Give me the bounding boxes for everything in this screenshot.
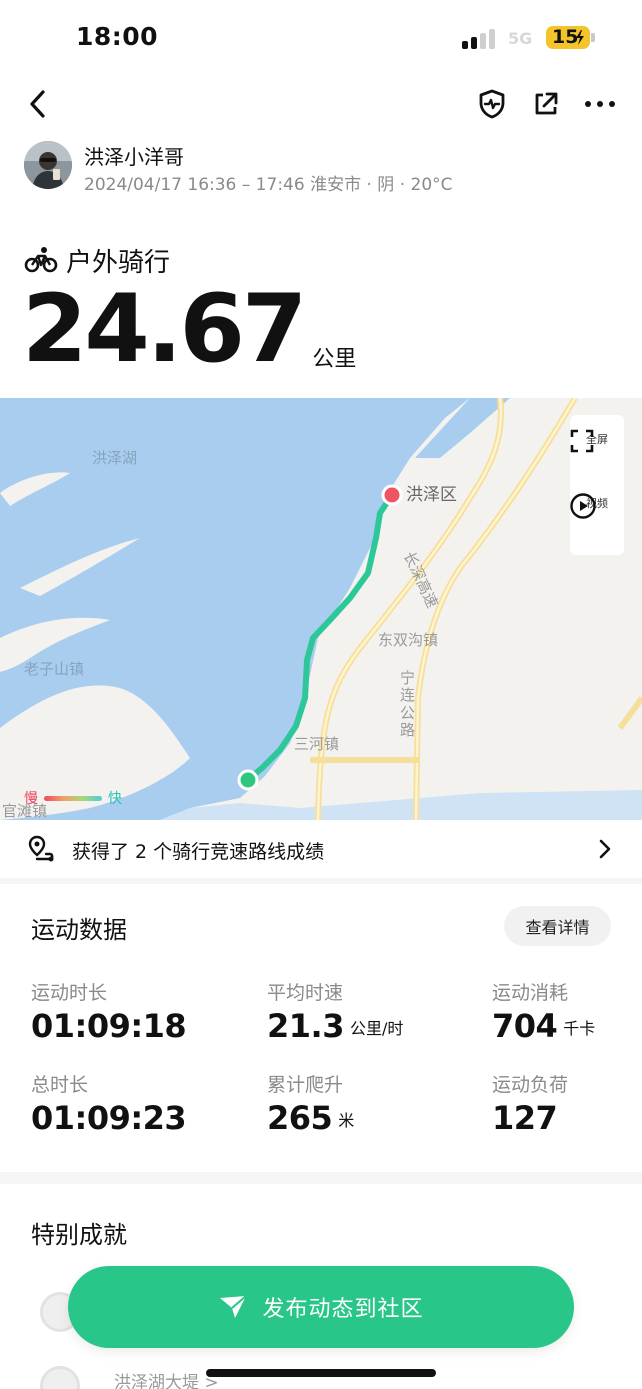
section-divider xyxy=(0,878,642,884)
segments-text: 获得了 2 个骑行竞速路线成绩 xyxy=(72,841,325,863)
status-time: 18:00 xyxy=(76,22,159,51)
stat-total-time: 总时长 01:09:23 xyxy=(31,1070,187,1137)
achievement-item[interactable]: 洪泽湖大堤 > xyxy=(114,1368,219,1389)
speed-legend: 慢 快 xyxy=(24,788,122,808)
view-details-button[interactable]: 查看详情 xyxy=(504,906,611,946)
user-name[interactable]: 洪泽小洋哥 xyxy=(84,141,184,170)
map-label-city: 洪泽区 xyxy=(406,485,457,505)
route-map[interactable]: 洪泽湖 洪泽区 长深高速 东双沟镇 老子山镇 三河镇 官滩镇 宁连公路 全屏 视… xyxy=(0,398,642,820)
shield-icon[interactable] xyxy=(474,84,510,124)
map-label-lake: 洪泽湖 xyxy=(92,449,138,467)
signal-icon xyxy=(462,27,496,49)
play-icon xyxy=(570,493,596,519)
battery-nub xyxy=(591,33,595,42)
share-icon[interactable] xyxy=(528,84,564,124)
legend-gradient xyxy=(44,795,102,801)
stat-value: 265 xyxy=(267,1099,333,1137)
stat-elevation-gain: 累计爬升 265 米 xyxy=(267,1070,354,1136)
more-icon[interactable] xyxy=(580,84,620,124)
stat-active-time: 运动时长 01:09:18 xyxy=(31,978,187,1045)
stat-label: 总时长 xyxy=(31,1074,89,1096)
stat-label: 平均时速 xyxy=(267,982,344,1004)
activity-type-label: 户外骑行 xyxy=(66,247,171,278)
stat-label: 运动时长 xyxy=(31,982,108,1004)
segments-row[interactable]: 获得了 2 个骑行竞速路线成绩 xyxy=(0,820,642,878)
stat-calories: 运动消耗 704 千卡 xyxy=(492,978,595,1044)
status-bar: 18:00 5G 15 xyxy=(0,0,642,78)
chevron-right-icon xyxy=(599,839,611,859)
map-label-town-dongshuanggou: 东双沟镇 xyxy=(378,631,439,649)
fullscreen-icon xyxy=(570,429,594,453)
distance-value: 24.67 xyxy=(22,275,307,384)
legend-fast: 快 xyxy=(108,791,122,807)
avatar[interactable] xyxy=(24,141,72,189)
stat-label: 运动负荷 xyxy=(492,1074,569,1096)
map-label-road: 宁连公路 xyxy=(400,669,416,739)
distance-unit: 公里 xyxy=(312,347,357,372)
bicycle-icon xyxy=(24,247,58,273)
achievements-title: 特别成就 xyxy=(31,1221,127,1249)
stat-unit: 公里/时 xyxy=(349,1019,404,1039)
video-button[interactable]: 视频 xyxy=(570,493,624,519)
stat-training-load: 运动负荷 127 xyxy=(492,1070,568,1136)
stat-value: 01:09:23 xyxy=(31,1099,187,1137)
home-indicator xyxy=(206,1369,436,1377)
medal-icon xyxy=(40,1366,80,1389)
publish-label: 发布动态到社区 xyxy=(262,1297,424,1322)
map-label-town-laozishan: 老子山镇 xyxy=(24,660,85,678)
stat-label: 运动消耗 xyxy=(492,982,569,1004)
battery-icon: 15 xyxy=(546,26,590,49)
distance: 24.67 公里 xyxy=(22,283,356,377)
stat-avg-speed: 平均时速 21.3 公里/时 xyxy=(267,978,403,1044)
back-icon[interactable] xyxy=(20,82,56,126)
stat-unit: 千卡 xyxy=(563,1019,596,1039)
stat-value: 704 xyxy=(492,1007,558,1045)
network-label: 5G xyxy=(508,29,533,48)
nav-bar xyxy=(0,80,642,128)
map-label-town-sanhe: 三河镇 xyxy=(294,735,340,753)
stat-value: 127 xyxy=(492,1099,558,1137)
stat-value: 01:09:18 xyxy=(31,1007,187,1045)
publish-button[interactable]: 发布动态到社区 xyxy=(68,1266,574,1348)
activity-meta: 2024/04/17 16:36 – 17:46 淮安市 · 阴 · 20°C xyxy=(84,175,453,195)
stat-value: 21.3 xyxy=(267,1007,344,1045)
fullscreen-button[interactable]: 全屏 xyxy=(570,429,624,453)
stat-unit: 米 xyxy=(338,1111,355,1131)
stat-label: 累计爬升 xyxy=(267,1074,344,1096)
route-pin-icon xyxy=(28,835,54,862)
send-icon xyxy=(220,1295,248,1318)
legend-slow: 慢 xyxy=(24,791,38,807)
stats-title: 运动数据 xyxy=(31,916,127,944)
activity-type: 户外骑行 xyxy=(24,243,171,278)
section-divider xyxy=(0,1172,642,1184)
map-controls: 全屏 视频 xyxy=(570,415,624,555)
